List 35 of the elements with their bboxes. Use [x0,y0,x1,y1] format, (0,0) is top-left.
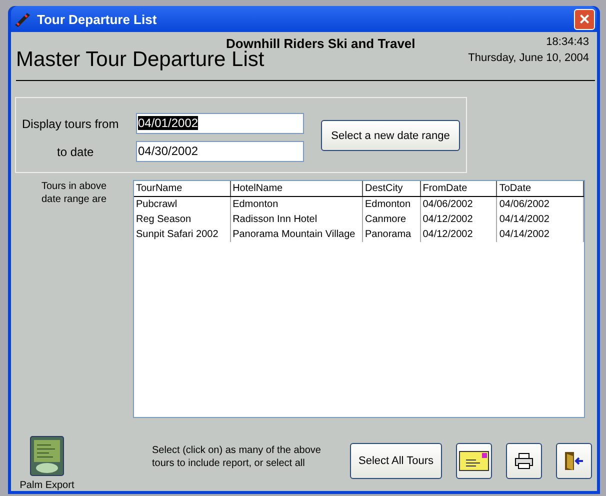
table-cell: Reg Season [134,212,231,227]
table-cell: 04/14/2002 [497,212,584,227]
column-header[interactable]: DestCity [362,181,421,196]
select-all-button[interactable]: Select All Tours [350,442,442,478]
table-cell: 04/14/2002 [497,227,584,242]
table-label: Tours in above date range are [40,180,108,207]
company-name: Downhill Riders Ski and Travel [226,36,416,51]
table-cell: 04/06/2002 [497,197,584,212]
to-label: to date [56,144,95,158]
table-cell: Panorama Mountain Village [230,227,363,242]
table-cell: Canmore [362,212,421,227]
palm-export-label: Palm Export [20,480,74,491]
column-header[interactable]: TourName [134,181,231,196]
table-cell: 04/12/2002 [420,212,498,227]
page-title: Master Tour Departure List [16,48,264,73]
table-cell: Pubcrawl [134,197,231,212]
current-date: Thursday, June 10, 2004 [468,52,589,66]
column-header[interactable]: FromDate [420,181,498,196]
from-label: Display tours from [22,116,120,130]
clock-time: 18:34:43 [545,36,589,50]
table-cell: 04/12/2002 [420,227,498,242]
table-cell: Edmonton [362,197,421,212]
column-header[interactable]: ToDate [497,181,584,196]
table-cell: 04/06/2002 [420,197,498,212]
from-date-field[interactable]: 04/01/2002 [136,113,304,134]
close-button[interactable]: × [574,8,595,30]
instruction-text: Select (click on) as many of the above tours to include report, or select all [152,444,322,470]
column-header[interactable]: HotelName [230,181,363,196]
table-cell: Panorama [362,227,421,242]
table-cell: Sunpit Safari 2002 [134,227,231,242]
table-cell: Radisson Inn Hotel [230,212,363,227]
table-cell: Edmonton [230,197,363,212]
date-range-button[interactable]: Select a new date range [321,120,460,151]
window-title: Tour Departure List [37,12,158,26]
to-date-field[interactable]: 04/30/2002 [136,141,304,162]
